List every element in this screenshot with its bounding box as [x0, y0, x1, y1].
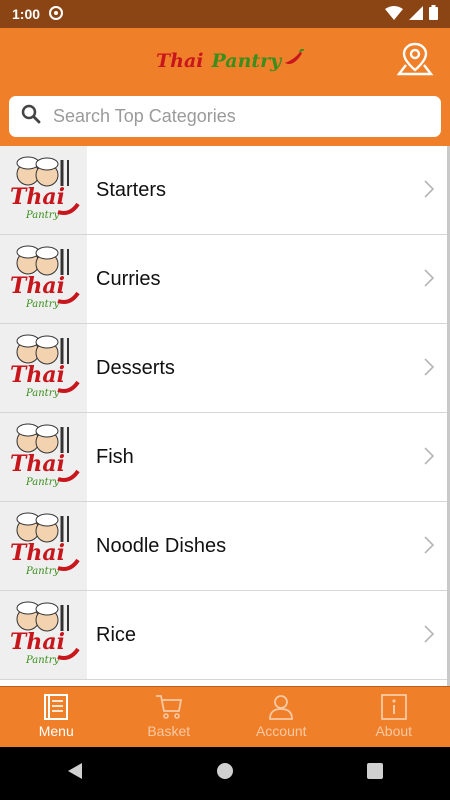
status-bar: 1:00 — [0, 0, 450, 28]
brand-word-thai: Thai — [156, 50, 204, 72]
map-pin-icon — [396, 42, 434, 76]
svg-text:Thai: Thai — [10, 184, 65, 210]
svg-text:Pantry: Pantry — [25, 566, 59, 577]
category-thumbnail: Thai Pantry — [0, 146, 87, 234]
search-area — [0, 90, 450, 146]
recents-icon[interactable] — [367, 763, 384, 784]
sync-icon — [48, 5, 64, 24]
category-thumbnail: Thai Pantry — [0, 591, 87, 679]
svg-text:Thai: Thai — [10, 540, 65, 566]
category-row-fish[interactable]: Thai Pantry Fish — [0, 413, 450, 502]
chevron-right-icon — [424, 447, 435, 470]
tab-label: Menu — [38, 723, 74, 739]
search-icon — [21, 104, 41, 129]
search-input[interactable] — [51, 105, 425, 128]
search-box[interactable] — [9, 96, 441, 137]
category-row-noodle-dishes[interactable]: Thai Pantry Noodle Dishes — [0, 502, 450, 591]
category-label: Curries — [96, 267, 161, 290]
tab-account[interactable]: Account — [225, 687, 338, 748]
info-icon — [380, 694, 407, 720]
back-icon[interactable] — [67, 762, 83, 785]
svg-text:Pantry: Pantry — [25, 299, 59, 310]
tab-about[interactable]: About — [338, 687, 450, 748]
bottom-tab-bar: Menu Basket Account About — [0, 686, 450, 748]
category-thumbnail: Thai Pantry — [0, 324, 87, 412]
chili-icon — [283, 48, 305, 74]
store-location-button[interactable] — [395, 38, 435, 78]
person-icon — [269, 695, 294, 720]
signal-icon — [409, 5, 423, 23]
chevron-right-icon — [424, 180, 435, 203]
chef-logo-icon: Thai Pantry — [10, 423, 80, 488]
chef-logo-icon: Thai Pantry — [10, 601, 80, 666]
app-header: Thai Pantry — [0, 28, 450, 90]
category-thumbnail: Thai Pantry — [0, 413, 87, 501]
chevron-right-icon — [424, 536, 435, 559]
tab-label: Basket — [147, 723, 191, 739]
category-label: Fish — [96, 445, 134, 468]
home-icon[interactable] — [216, 762, 234, 785]
category-row-starters[interactable]: Thai Pantry Starters — [0, 146, 450, 235]
category-row-desserts[interactable]: Thai Pantry Desserts — [0, 324, 450, 413]
status-time: 1:00 — [12, 6, 41, 22]
category-row-rice[interactable]: Thai Pantry Rice — [0, 591, 450, 680]
chef-logo-icon: Thai Pantry — [10, 512, 80, 577]
battery-icon — [429, 5, 438, 23]
tab-label: Account — [255, 723, 307, 739]
svg-text:Thai: Thai — [10, 629, 65, 655]
chevron-right-icon — [424, 358, 435, 381]
menu-book-icon — [44, 694, 69, 720]
svg-text:Thai: Thai — [10, 362, 65, 388]
tab-label: About — [375, 723, 413, 739]
chef-logo-icon: Thai Pantry — [10, 334, 80, 399]
category-list: Thai Pantry Starters Thai Pantry Curries — [0, 146, 450, 686]
chef-logo-icon: Thai Pantry — [10, 245, 80, 310]
svg-text:Thai: Thai — [10, 273, 65, 299]
svg-text:Pantry: Pantry — [25, 210, 59, 221]
tab-menu[interactable]: Menu — [0, 687, 113, 748]
svg-text:Pantry: Pantry — [25, 655, 59, 666]
cart-icon — [155, 695, 182, 719]
category-row-curries[interactable]: Thai Pantry Curries — [0, 235, 450, 324]
svg-text:Pantry: Pantry — [25, 477, 59, 488]
category-label: Starters — [96, 178, 167, 201]
chevron-right-icon — [424, 269, 435, 292]
system-nav-bar — [0, 747, 450, 800]
chevron-right-icon — [424, 625, 435, 648]
category-label: Rice — [96, 623, 137, 646]
category-thumbnail: Thai Pantry — [0, 502, 87, 590]
category-label: Noodle Dishes — [96, 534, 227, 557]
tab-basket[interactable]: Basket — [113, 687, 226, 748]
category-label: Desserts — [96, 356, 175, 379]
svg-text:Pantry: Pantry — [25, 388, 59, 399]
chef-logo-icon: Thai Pantry — [10, 156, 80, 221]
wifi-icon — [385, 5, 403, 23]
category-thumbnail: Thai Pantry — [0, 235, 87, 323]
brand-logo: Thai Pantry — [156, 46, 305, 76]
svg-text:Thai: Thai — [10, 451, 65, 477]
brand-word-pantry: Pantry — [211, 50, 282, 72]
